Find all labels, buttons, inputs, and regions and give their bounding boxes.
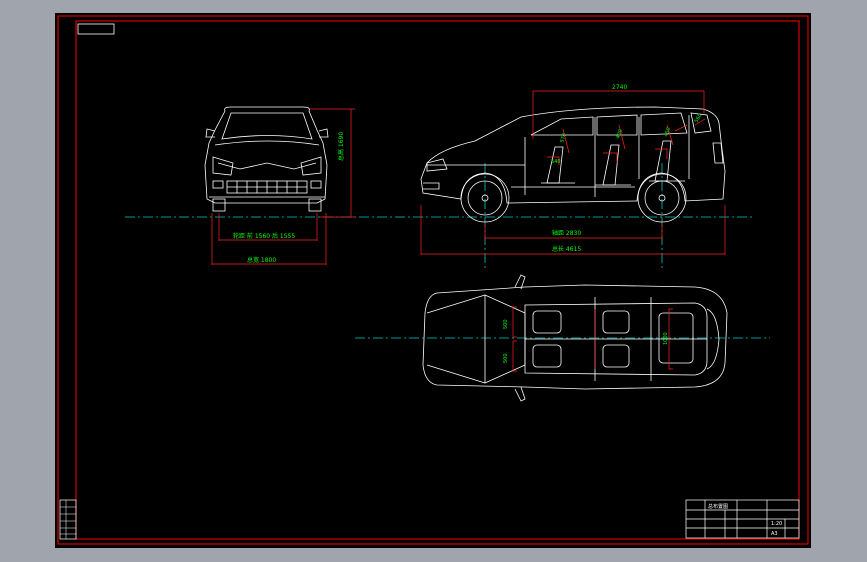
front-height-label: 总高 1690 bbox=[337, 132, 345, 161]
overall-length-label: 总长 4615 bbox=[552, 245, 581, 253]
seat-dimension-labels: 570 540 400 450 560 bbox=[551, 113, 704, 165]
title-block-scale: A3 bbox=[771, 531, 778, 537]
centerlines bbox=[125, 163, 770, 339]
title-block-sheet: 1:20 bbox=[771, 521, 782, 527]
front-track-label: 轮距 前 1560 后 1555 bbox=[233, 232, 295, 240]
side-view bbox=[420, 106, 726, 223]
front-width-label: 总宽 1800 bbox=[247, 256, 276, 264]
seat-dim-label: 450 bbox=[663, 127, 672, 138]
seat-dim-label: 400 bbox=[615, 129, 624, 140]
side-top-label: 2740 bbox=[612, 84, 627, 91]
top-seat-width-label: 500 bbox=[503, 353, 509, 363]
binding-strip bbox=[59, 499, 77, 540]
cad-viewport[interactable]: 总高 1690 轮距 前 1560 后 1555 总宽 1800 2740 轴距… bbox=[0, 0, 867, 562]
wheelbase-label: 轴距 2830 bbox=[552, 229, 581, 237]
title-block-drawing-title: 总布置图 bbox=[708, 503, 728, 510]
seat-dim-label: 570 bbox=[559, 133, 568, 144]
seat-dim-label: 540 bbox=[551, 159, 561, 165]
top-seat-width-label: 1000 bbox=[663, 332, 669, 345]
drawing-sheet: 总高 1690 轮距 前 1560 后 1555 总宽 1800 2740 轴距… bbox=[55, 13, 811, 548]
title-block bbox=[685, 499, 800, 539]
outer-frame bbox=[57, 15, 809, 545]
inner-frame bbox=[75, 20, 800, 540]
front-view bbox=[204, 106, 329, 212]
corner-code-box bbox=[77, 23, 115, 35]
drawing-canvas: 总高 1690 轮距 前 1560 后 1555 总宽 1800 2740 轴距… bbox=[57, 15, 809, 545]
top-seat-width-label: 500 bbox=[503, 319, 509, 329]
